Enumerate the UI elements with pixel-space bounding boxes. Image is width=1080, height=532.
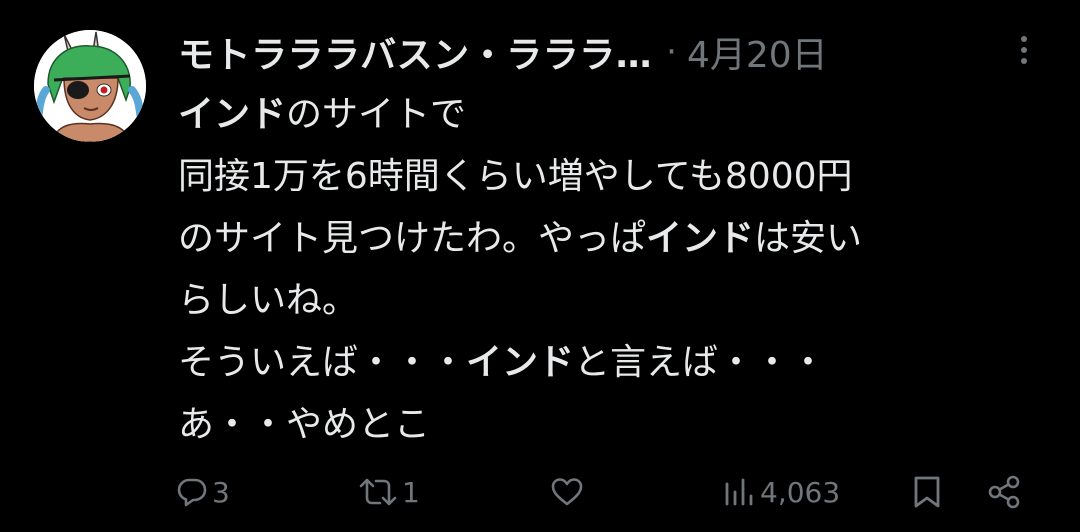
tweet-text-bold-segment: インド [178, 94, 287, 135]
views-chart-icon [722, 476, 756, 508]
bookmark-button[interactable] [912, 466, 942, 518]
tweet-header: モトラララバスン・ラララ… · 4月20日 [178, 26, 828, 78]
retweet-button[interactable]: 1 [358, 466, 420, 518]
share-button[interactable] [986, 466, 1022, 518]
share-icon [986, 474, 1022, 510]
header-separator: · [666, 32, 677, 72]
bookmark-icon [912, 475, 942, 509]
tweet-text-bold-segment: インド [646, 218, 755, 259]
action-bar: 3 1 4,063 [0, 466, 1080, 518]
retweet-icon [358, 476, 398, 508]
tweet-text-bold-segment: インド [466, 342, 575, 383]
display-name[interactable]: モトラララバスン・ラララ… [178, 26, 652, 78]
reply-button[interactable]: 3 [176, 466, 230, 518]
avatar-image [34, 30, 146, 142]
tweet-date[interactable]: 4月20日 [687, 26, 828, 78]
tweet-card[interactable]: モトラララバスン・ラララ… · 4月20日 インドのサイトで 同接1万を6時間く… [0, 0, 1080, 532]
retweet-count: 1 [402, 475, 420, 509]
avatar[interactable] [34, 30, 146, 142]
like-button[interactable] [550, 466, 584, 518]
reply-count: 3 [212, 475, 230, 509]
heart-icon [550, 476, 584, 508]
views-button[interactable]: 4,063 [722, 466, 840, 518]
views-count: 4,063 [760, 475, 841, 509]
tweet-text: インドのサイトで 同接1万を6時間くらい増やしても8000円 のサイト見つけたわ… [178, 84, 1038, 456]
more-vertical-icon[interactable] [1006, 30, 1042, 70]
reply-icon [176, 476, 208, 508]
